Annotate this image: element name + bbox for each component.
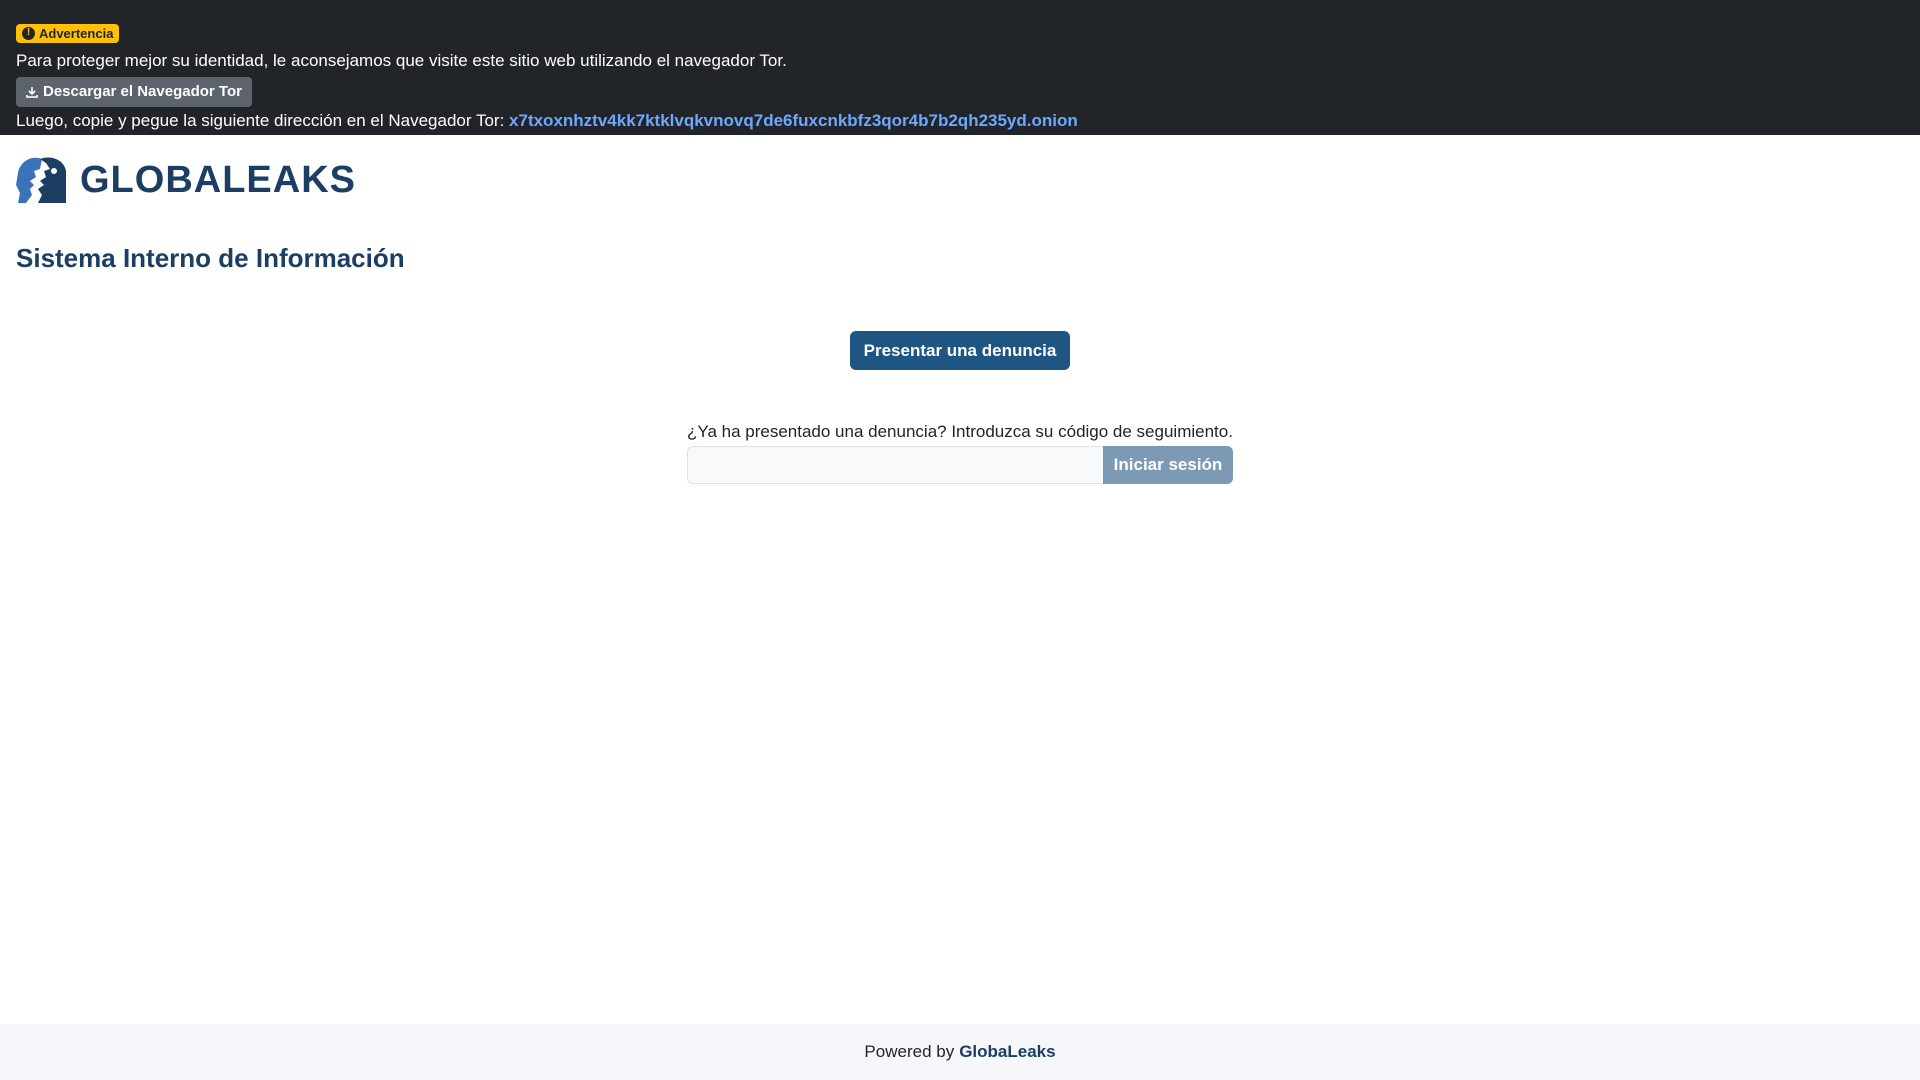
download-icon bbox=[26, 86, 38, 98]
onion-instruction-text: Luego, copie y pegue la siguiente direcc… bbox=[16, 110, 505, 130]
main-content: Presentar una denuncia ¿Ya ha presentado… bbox=[0, 274, 1920, 484]
onion-address-link[interactable]: x7txoxnhztv4kk7ktklvqkvnovq7de6fuxcnkbfz… bbox=[509, 111, 1078, 130]
logo-text: GLOBALEAKS bbox=[80, 158, 356, 201]
footer: Powered by GlobaLeaks bbox=[0, 1024, 1920, 1080]
site-header: GLOBALEAKS bbox=[0, 135, 1920, 225]
warning-badge-label: Advertencia bbox=[39, 25, 114, 41]
receipt-prompt: ¿Ya ha presentado una denuncia? Introduz… bbox=[687, 422, 1233, 441]
download-tor-label: Descargar el Navegador Tor bbox=[43, 83, 242, 100]
onion-instruction: Luego, copie y pegue la siguiente direcc… bbox=[16, 111, 1904, 131]
receipt-login-form: ¿Ya ha presentado una denuncia? Introduz… bbox=[687, 421, 1233, 484]
powered-by-text: Powered by bbox=[864, 1042, 955, 1061]
page-title: Sistema Interno de Información bbox=[16, 243, 405, 273]
receipt-input-group: Iniciar sesión bbox=[687, 446, 1233, 484]
tor-warning-banner: ! Advertencia Para proteger mejor su ide… bbox=[0, 0, 1920, 135]
login-button[interactable]: Iniciar sesión bbox=[1103, 446, 1233, 484]
download-tor-button[interactable]: Descargar el Navegador Tor bbox=[16, 76, 252, 107]
logo-icon bbox=[16, 157, 66, 203]
receipt-code-input[interactable] bbox=[687, 446, 1103, 484]
submit-report-button[interactable]: Presentar una denuncia bbox=[849, 331, 1071, 370]
warning-badge: ! Advertencia bbox=[16, 23, 120, 43]
exclamation-circle-icon: ! bbox=[22, 26, 35, 40]
globaleaks-logo[interactable]: GLOBALEAKS bbox=[16, 155, 356, 205]
globaleaks-footer-link[interactable]: GlobaLeaks bbox=[959, 1042, 1055, 1062]
tor-advice-text: Para proteger mejor su identidad, le aco… bbox=[16, 50, 787, 70]
